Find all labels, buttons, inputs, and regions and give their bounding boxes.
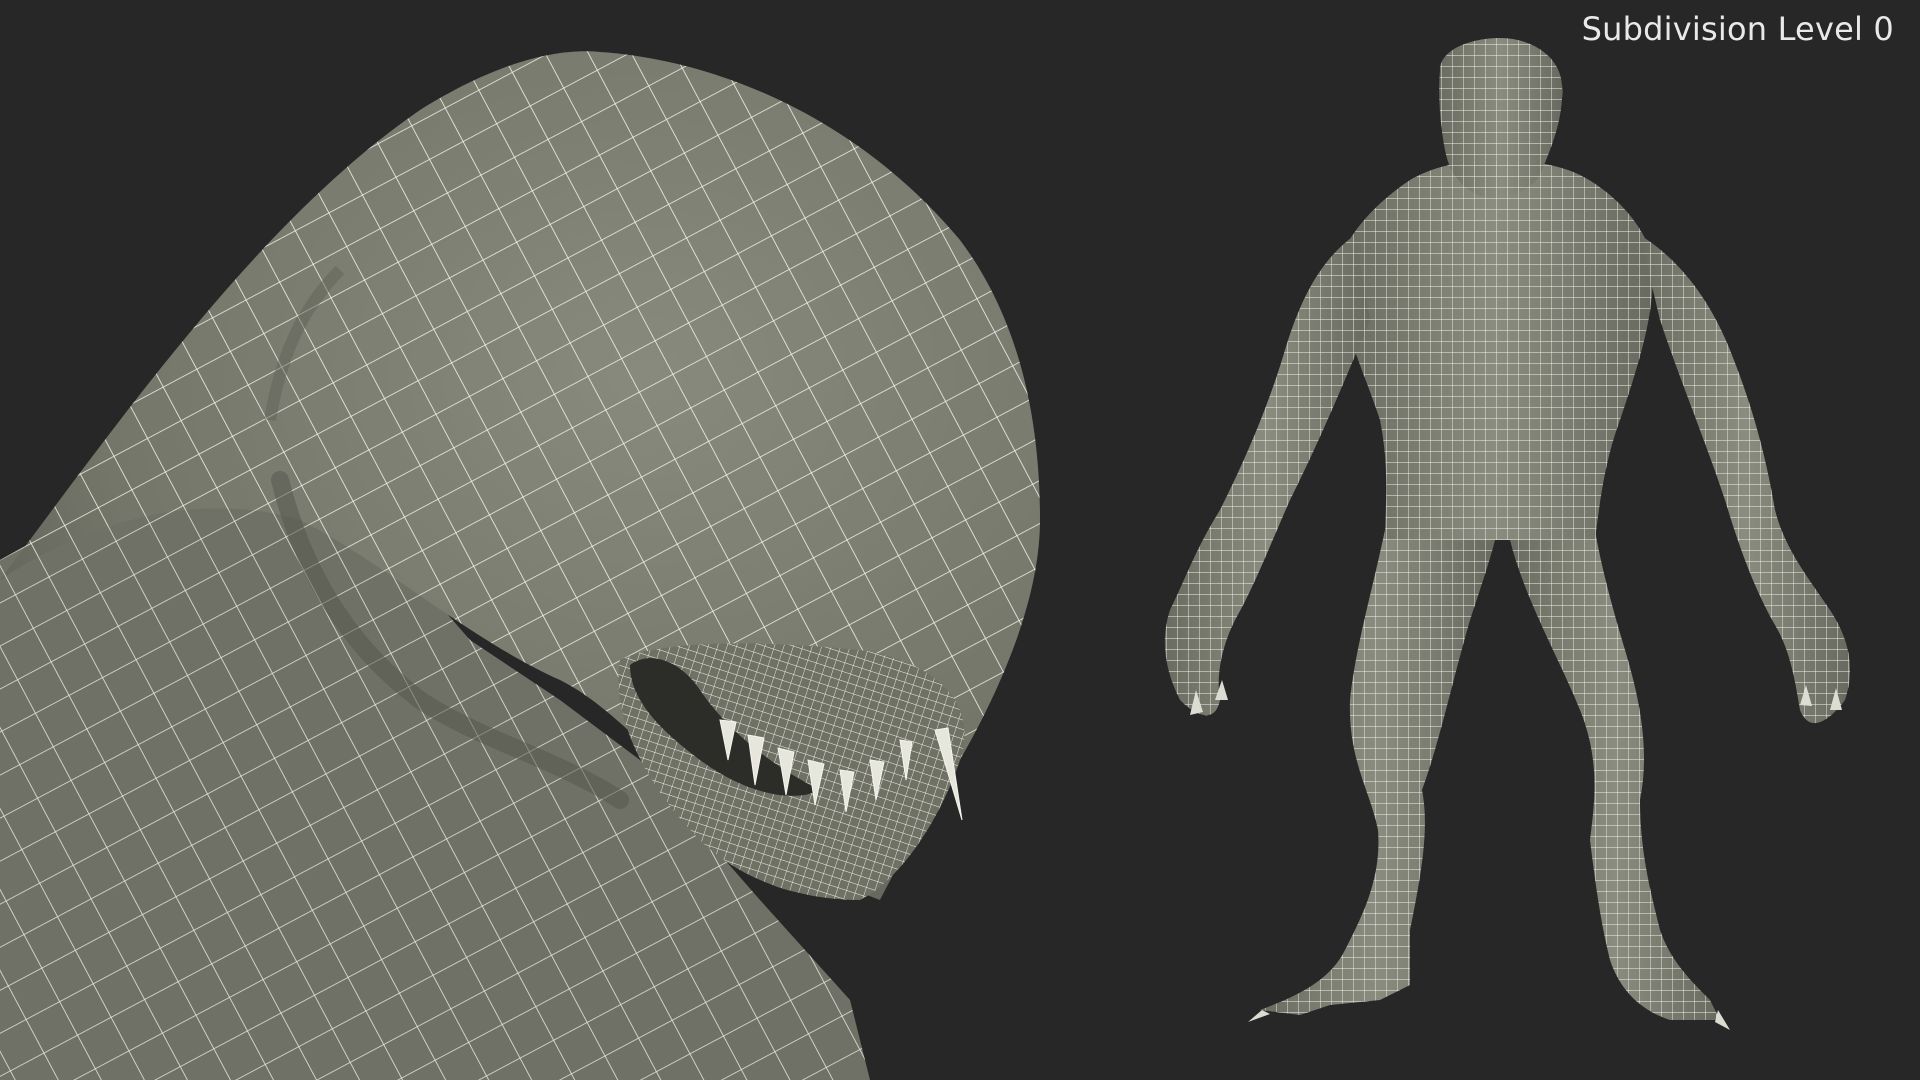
head-closeup — [0, 51, 1040, 1080]
render-canvas — [0, 38, 1850, 1080]
full-body-figure — [1164, 38, 1850, 1030]
render-viewport: Subdivision Level 0 — [0, 0, 1920, 1080]
claws — [1190, 680, 1842, 1030]
subdivision-level-label: Subdivision Level 0 — [1581, 10, 1894, 48]
